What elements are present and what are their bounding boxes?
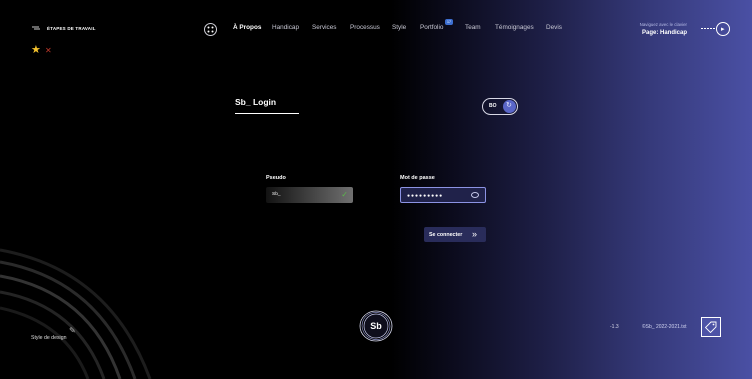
play-button[interactable]: ▸ (716, 22, 730, 36)
version-label: -1.3 (610, 324, 619, 330)
progress-dots (701, 28, 715, 29)
nav-a-propos[interactable]: À Propos (233, 24, 261, 31)
nav-team[interactable]: Team (465, 24, 481, 31)
pseudo-label: Pseudo (266, 175, 286, 181)
double-arrow-icon: » (472, 229, 478, 239)
play-icon: ▸ (721, 26, 725, 33)
login-title: Sb_ Login (235, 97, 277, 107)
title-underline (235, 113, 299, 114)
tag-icon (705, 321, 717, 333)
password-label: Mot de passe (400, 175, 435, 181)
nav-handicap[interactable]: Handicap (272, 24, 299, 31)
grid-icon (207, 26, 214, 33)
pseudo-value: Sb_ (272, 192, 281, 197)
nav-temoignages[interactable]: Témoignages (495, 24, 534, 31)
toggle-knob[interactable]: ↻ (503, 100, 516, 113)
password-input[interactable]: ●●●●●●●●● (400, 187, 486, 203)
logo-text: Sb (370, 321, 382, 331)
sb-logo[interactable]: Sb (358, 308, 394, 344)
toggle-label: BO (489, 103, 497, 109)
bo-toggle[interactable]: BO ↻ (482, 98, 518, 115)
copyright-label: ©Sb_ 2022-2021.txt (642, 324, 687, 330)
password-value: ●●●●●●●●● (407, 193, 444, 199)
connect-button[interactable]: Se connecter » (424, 227, 486, 242)
nav-services[interactable]: Services (312, 24, 337, 31)
nav-portfolio[interactable]: Portfolio (420, 24, 443, 31)
nav-style[interactable]: Style (392, 24, 406, 31)
grid-menu-button[interactable] (204, 23, 217, 36)
keyboard-nav-hint: Naviguez avec le clavier (639, 22, 687, 27)
check-icon: ✓ (341, 190, 348, 199)
close-icon[interactable]: ✕ (45, 47, 52, 55)
tag-button[interactable] (701, 317, 721, 337)
menu-lines-icon[interactable] (31, 23, 41, 33)
nav-processus[interactable]: Processus (350, 24, 380, 31)
current-page-label: Page: Handicap (641, 30, 687, 36)
decorative-arcs (0, 248, 152, 379)
star-icon[interactable]: ★ (31, 45, 41, 56)
portfolio-count-badge: 17 (445, 19, 453, 25)
autoplay-control[interactable]: ▸ (701, 22, 731, 36)
design-style-label[interactable]: Style de design (31, 335, 66, 341)
rotate-icon: ↻ (506, 102, 512, 109)
pseudo-input[interactable]: Sb_ ✓ (266, 187, 353, 203)
brush-icon[interactable]: ✎ (69, 326, 76, 335)
steps-label[interactable]: ÉTAPES DE TRAVAIL (47, 26, 96, 31)
eye-icon[interactable] (471, 192, 479, 198)
connect-button-label: Se connecter (429, 232, 463, 238)
nav-devis[interactable]: Devis (546, 24, 562, 31)
